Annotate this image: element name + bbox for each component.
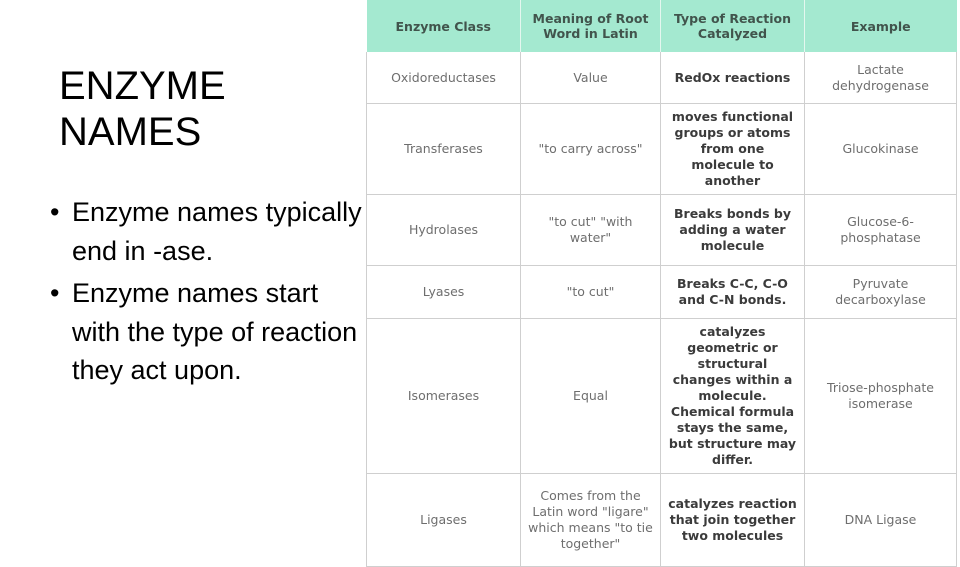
cell-enzyme-class: Oxidoreductases [366,52,521,104]
list-item: • Enzyme names typically end in -ase. [44,193,364,270]
cell-example: Glucose-6-phosphatase [804,194,957,266]
table-row: Hydrolases "to cut" "with water" Breaks … [366,194,957,266]
column-header-meaning: Meaning of Root Word in Latin [520,0,661,52]
table-row: Isomerases Equal catalyzes geometric or … [366,318,957,474]
cell-meaning: "to cut" [520,265,661,319]
cell-meaning: Comes from the Latin word "ligare" which… [520,473,661,567]
cell-enzyme-class: Isomerases [366,318,521,474]
cell-reaction: RedOx reactions [660,52,805,104]
table-row: Lyases "to cut" Breaks C-C, C-O and C-N … [366,265,957,319]
bullet-marker-icon: • [50,197,60,227]
cell-example: Lactate dehydrogenase [804,52,957,104]
table-row: Transferases "to carry across" moves fun… [366,103,957,195]
cell-example: DNA Ligase [804,473,957,567]
enzyme-class-table: Enzyme Class Meaning of Root Word in Lat… [366,0,957,567]
page-title: ENZYME NAMES [59,64,226,154]
cell-enzyme-class: Lyases [366,265,521,319]
cell-meaning: Equal [520,318,661,474]
cell-reaction: catalyzes geometric or structural change… [660,318,805,474]
slide-canvas: ENZYME NAMES • Enzyme names typically en… [0,0,960,567]
cell-reaction: moves functional groups or atoms from on… [660,103,805,195]
list-item: • Enzyme names start with the type of re… [44,274,364,390]
table-header-row: Enzyme Class Meaning of Root Word in Lat… [366,0,957,52]
column-header-enzyme-class: Enzyme Class [366,0,521,52]
column-header-reaction-type: Type of Reaction Catalyzed [660,0,805,52]
cell-enzyme-class: Hydrolases [366,194,521,266]
table-row: Oxidoreductases Value RedOx reactions La… [366,52,957,104]
cell-example: Pyruvate decarboxylase [804,265,957,319]
cell-enzyme-class: Ligases [366,473,521,567]
slide-text-panel: ENZYME NAMES • Enzyme names typically en… [0,0,366,540]
bullet-marker-icon: • [50,278,60,308]
list-item-label: Enzyme names start with the type of reac… [72,278,358,385]
cell-example: Triose-phosphate isomerase [804,318,957,474]
cell-meaning: Value [520,52,661,104]
bullet-list: • Enzyme names typically end in -ase. • … [44,193,364,394]
cell-enzyme-class: Transferases [366,103,521,195]
column-header-example: Example [804,0,957,52]
cell-meaning: "to carry across" [520,103,661,195]
cell-reaction: Breaks C-C, C-O and C-N bonds. [660,265,805,319]
table-row: Ligases Comes from the Latin word "ligar… [366,473,957,567]
cell-reaction: catalyzes reaction that join together tw… [660,473,805,567]
list-item-label: Enzyme names typically end in -ase. [72,197,362,266]
cell-reaction: Breaks bonds by adding a water molecule [660,194,805,266]
cell-meaning: "to cut" "with water" [520,194,661,266]
cell-example: Glucokinase [804,103,957,195]
